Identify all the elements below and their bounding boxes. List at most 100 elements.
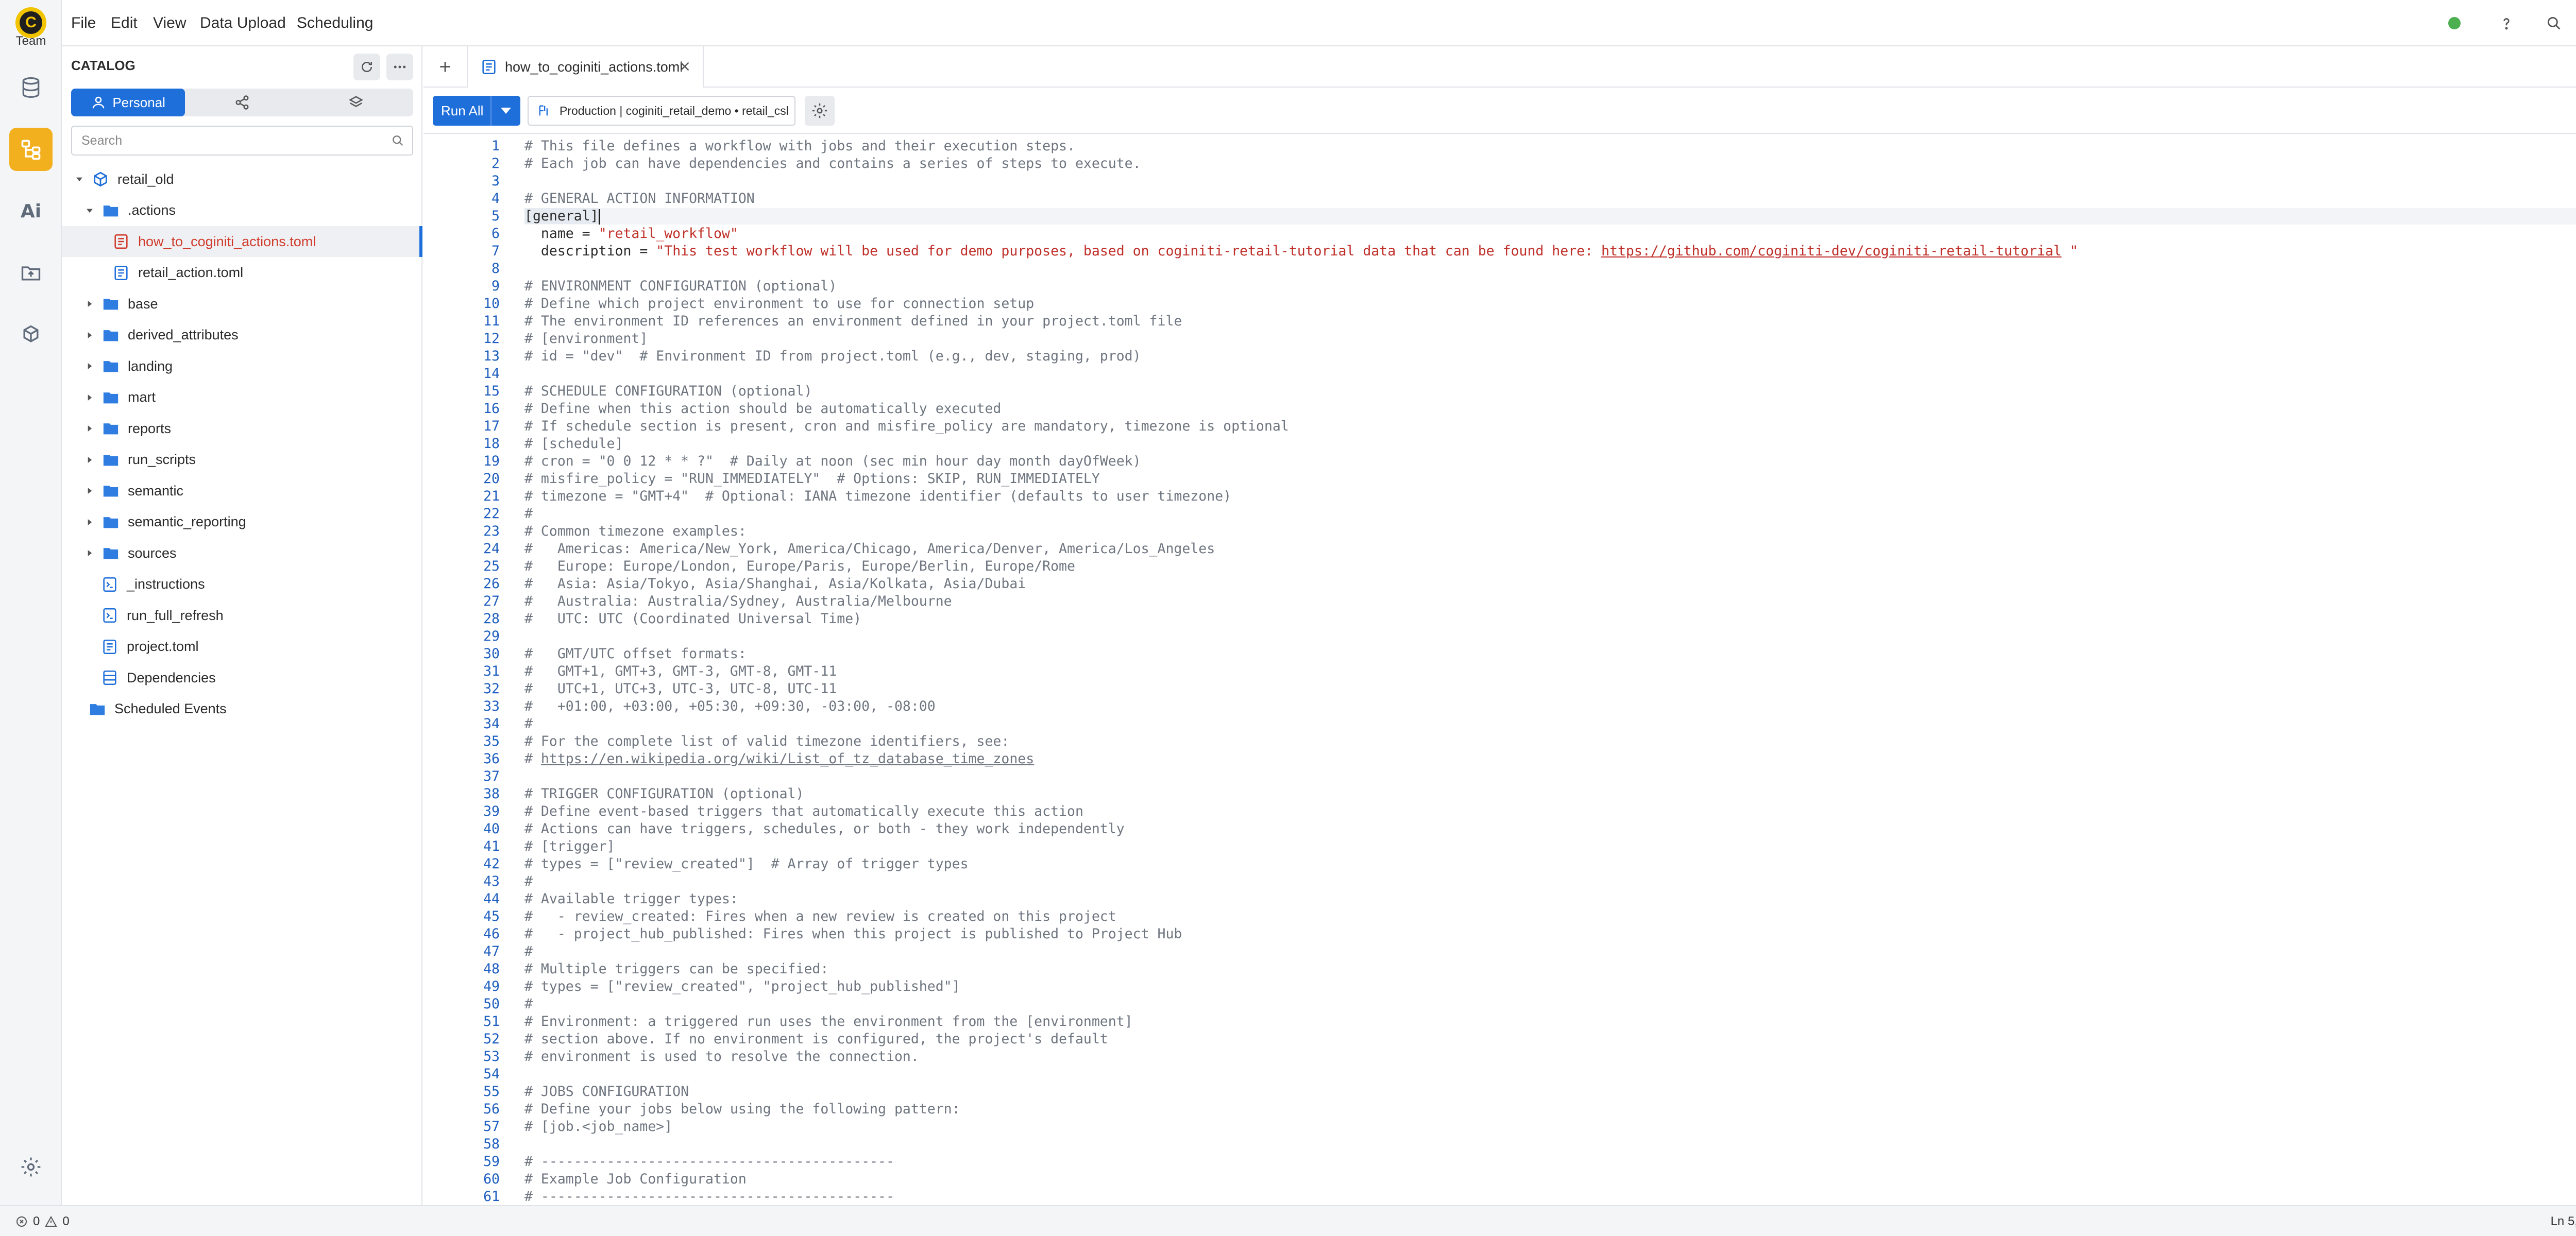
code-line[interactable]: #: [524, 716, 533, 732]
code-line[interactable]: # GMT/UTC offset formats:: [524, 646, 747, 662]
code-line[interactable]: # cron = "0 0 12 * * ?" # Daily at noon …: [524, 453, 1141, 469]
tree-item[interactable]: landing: [62, 351, 422, 382]
tree-item[interactable]: sources: [62, 538, 422, 569]
code-line[interactable]: # +01:00, +03:00, +05:30, +09:30, -03:00…: [524, 698, 936, 714]
chevron-right-icon[interactable]: [83, 391, 96, 404]
code-line[interactable]: # ENVIRONMENT CONFIGURATION (optional): [524, 278, 837, 294]
search-icon[interactable]: [2543, 12, 2565, 34]
code-line[interactable]: # - review_created: Fires when a new rev…: [524, 908, 1116, 924]
code-line[interactable]: # [environment]: [524, 331, 648, 347]
code-line[interactable]: # [job.<job_name>]: [524, 1119, 672, 1135]
code-line[interactable]: #: [524, 943, 533, 959]
code-line[interactable]: # Example Job Configuration: [524, 1171, 747, 1187]
tab-layers[interactable]: [299, 89, 413, 116]
search-icon[interactable]: [391, 133, 405, 148]
code-line[interactable]: # Asia: Asia/Tokyo, Asia/Shanghai, Asia/…: [524, 576, 1026, 592]
tree-item[interactable]: how_to_coginiti_actions.toml: [62, 226, 422, 257]
menu-data-upload[interactable]: Data Upload: [200, 14, 286, 32]
code-line[interactable]: name = "retail_workflow": [524, 226, 738, 242]
code-editor[interactable]: 1 # This file defines a workflow with job…: [423, 135, 2576, 1205]
code-line[interactable]: # https://en.wikipedia.org/wiki/List_of_…: [524, 751, 1034, 767]
close-icon[interactable]: [677, 59, 692, 74]
code-line[interactable]: # Common timezone examples:: [524, 523, 747, 539]
code-line[interactable]: # Australia: Australia/Sydney, Australia…: [524, 593, 952, 609]
code-line[interactable]: # Americas: America/New_York, America/Ch…: [524, 541, 1215, 557]
code-line[interactable]: #: [524, 873, 533, 889]
code-line[interactable]: # The environment ID references an envir…: [524, 313, 1182, 329]
code-line[interactable]: # This file defines a workflow with jobs…: [524, 138, 1075, 154]
tree-item[interactable]: run_full_refresh: [62, 600, 422, 631]
ai-icon[interactable]: Ai: [9, 190, 53, 233]
tab-shared[interactable]: [185, 89, 299, 116]
code-line[interactable]: #: [524, 996, 533, 1012]
code-line[interactable]: # Each job can have dependencies and con…: [524, 156, 1141, 171]
menu-file[interactable]: File: [71, 14, 96, 32]
code-line[interactable]: # Define event-based triggers that autom…: [524, 803, 1083, 819]
chevron-right-icon[interactable]: [83, 485, 96, 497]
code-line[interactable]: # --------------------------------------…: [524, 1189, 894, 1205]
code-line[interactable]: # For the complete list of valid timezon…: [524, 733, 1009, 749]
tree-item[interactable]: .actions: [62, 195, 422, 226]
code-line[interactable]: # Multiple triggers can be specified:: [524, 961, 828, 977]
run-options-chevron-down-icon[interactable]: [490, 96, 520, 126]
menu-scheduling[interactable]: Scheduling: [297, 14, 373, 32]
tree-item[interactable]: semantic_reporting: [62, 507, 422, 538]
chevron-right-icon[interactable]: [83, 547, 96, 559]
chevron-right-icon[interactable]: [83, 516, 96, 528]
code-line[interactable]: # - project_hub_published: Fires when th…: [524, 926, 1182, 942]
environment-settings-gear-icon[interactable]: [805, 96, 835, 126]
code-line[interactable]: # misfire_policy = "RUN_IMMEDIATELY" # O…: [524, 471, 1100, 487]
tab-personal[interactable]: Personal: [71, 89, 185, 116]
tree-item[interactable]: project.toml: [62, 631, 422, 662]
code-line[interactable]: # types = ["review_created"] # Array of …: [524, 856, 969, 872]
new-tab-plus-icon[interactable]: +: [434, 56, 456, 78]
tree-item[interactable]: base: [62, 288, 422, 319]
tree-item[interactable]: mart: [62, 382, 422, 413]
tree-item[interactable]: Dependencies: [62, 662, 422, 693]
catalog-search-input[interactable]: [72, 127, 381, 154]
menu-view[interactable]: View: [153, 14, 186, 32]
app-logo[interactable]: C: [15, 7, 46, 38]
tree-item[interactable]: semantic: [62, 475, 422, 506]
code-line[interactable]: # GMT+1, GMT+3, GMT-3, GMT-8, GMT-11: [524, 663, 837, 679]
code-line[interactable]: # If schedule section is present, cron a…: [524, 418, 1289, 434]
code-line[interactable]: # Actions can have triggers, schedules, …: [524, 821, 1125, 837]
chevron-right-icon[interactable]: [83, 360, 96, 372]
tree-item[interactable]: retail_old: [62, 164, 422, 195]
team-label[interactable]: Team: [0, 34, 62, 48]
code-line[interactable]: # GENERAL ACTION INFORMATION: [524, 191, 755, 207]
code-line[interactable]: # environment is used to resolve the con…: [524, 1049, 919, 1065]
code-line[interactable]: # Define your jobs below using the follo…: [524, 1101, 960, 1117]
code-line[interactable]: # UTC: UTC (Coordinated Universal Time): [524, 611, 861, 627]
editor-tab[interactable]: how_to_coginiti_actions.toml: [467, 46, 704, 88]
packages-icon[interactable]: [9, 313, 53, 356]
chevron-right-icon[interactable]: [83, 422, 96, 435]
code-line[interactable]: # id = "dev" # Environment ID from proje…: [524, 348, 1141, 364]
code-line[interactable]: # [schedule]: [524, 436, 623, 452]
chevron-right-icon[interactable]: [83, 329, 96, 341]
code-line[interactable]: # section above. If no environment is co…: [524, 1031, 1108, 1047]
upload-folder-icon[interactable]: [9, 251, 53, 295]
code-line[interactable]: # timezone = "GMT+4" # Optional: IANA ti…: [524, 488, 1231, 504]
environment-selector[interactable]: Production | coginiti_retail_demo • reta…: [528, 96, 795, 126]
chevron-down-icon[interactable]: [83, 204, 96, 217]
code-line[interactable]: # SCHEDULE CONFIGURATION (optional): [524, 383, 812, 399]
more-options-icon[interactable]: [386, 54, 413, 80]
tree-item[interactable]: derived_attributes: [62, 320, 422, 351]
run-all-button[interactable]: Run All: [433, 96, 520, 126]
code-line[interactable]: # Environment: a triggered run uses the …: [524, 1014, 1133, 1029]
tree-item[interactable]: reports: [62, 413, 422, 444]
code-line[interactable]: # Define when this action should be auto…: [524, 401, 1001, 417]
tree-item[interactable]: run_scripts: [62, 444, 422, 475]
tree-item[interactable]: retail_action.toml: [62, 258, 422, 288]
code-line[interactable]: # --------------------------------------…: [524, 1154, 894, 1170]
chevron-right-icon[interactable]: [83, 298, 96, 310]
menu-edit[interactable]: Edit: [111, 14, 138, 32]
tree-item[interactable]: Scheduled Events: [62, 694, 422, 725]
chevron-down-icon[interactable]: [73, 173, 86, 185]
refresh-icon[interactable]: [353, 54, 380, 80]
database-icon[interactable]: [9, 66, 53, 109]
code-line[interactable]: description = "This test workflow will b…: [524, 243, 2078, 259]
problems-summary[interactable]: 0 0: [15, 1214, 70, 1229]
settings-gear-icon[interactable]: [9, 1145, 53, 1189]
